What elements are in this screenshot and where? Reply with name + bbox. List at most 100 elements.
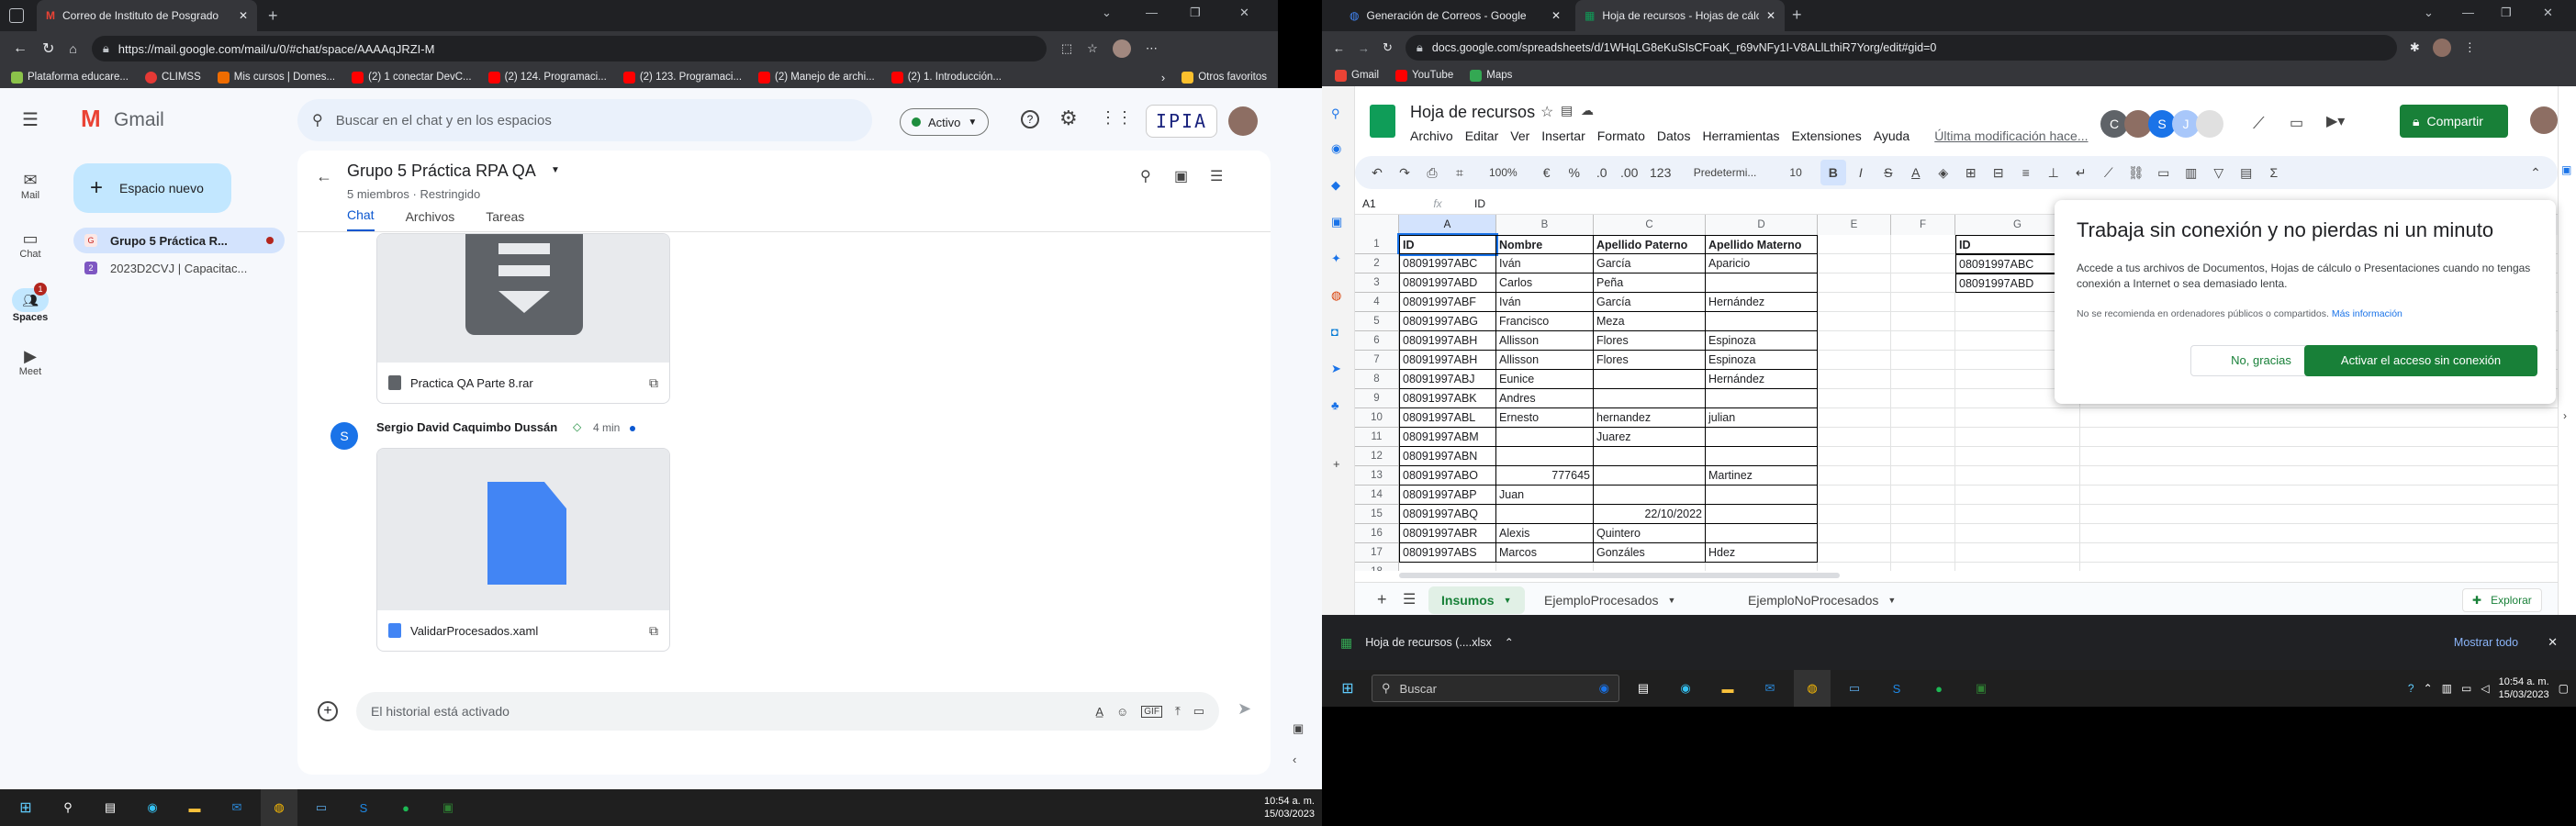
font-size-select[interactable]: 10 bbox=[1773, 166, 1818, 179]
grid-cell[interactable] bbox=[2080, 408, 2576, 428]
grid-cell[interactable] bbox=[1818, 447, 1891, 466]
task-view-icon[interactable]: ▤ bbox=[1625, 670, 1662, 707]
column-header[interactable]: A bbox=[1399, 215, 1496, 235]
grid-cell[interactable]: Marcos bbox=[1496, 543, 1594, 563]
window-menu-icon[interactable] bbox=[9, 8, 24, 23]
row-header[interactable]: 3 bbox=[1355, 273, 1399, 293]
link-icon[interactable]: ⛓ bbox=[2123, 160, 2149, 185]
remote-desktop-icon[interactable]: ▭ bbox=[303, 789, 340, 826]
row-header[interactable]: 8 bbox=[1355, 370, 1399, 389]
dropdown-icon[interactable]: ▼ bbox=[1887, 596, 1896, 605]
sender-avatar[interactable]: S bbox=[330, 422, 358, 450]
tab-hoja-recursos[interactable]: ▦ Hoja de recursos - Hojas de cálc ✕ bbox=[1575, 0, 1785, 31]
scrollbar-thumb[interactable] bbox=[1399, 573, 1840, 578]
emoji-icon[interactable]: ☺ bbox=[1116, 705, 1128, 719]
mail-app-icon[interactable]: ✉ bbox=[218, 789, 255, 826]
percent-format[interactable]: % bbox=[1562, 160, 1587, 185]
menu-herramientas[interactable]: Herramientas bbox=[1702, 128, 1779, 143]
grid-cell[interactable]: Quintero bbox=[1594, 524, 1706, 543]
more-menu-icon[interactable]: ⋮ bbox=[2464, 40, 2476, 55]
grid-cell[interactable]: ID bbox=[1397, 233, 1498, 256]
grid-cell[interactable] bbox=[1818, 331, 1891, 351]
grid-cell[interactable] bbox=[1955, 466, 2080, 486]
spotify-icon[interactable]: ● bbox=[1921, 670, 1957, 707]
grid-cell[interactable] bbox=[1955, 428, 2080, 447]
start-windows-icon[interactable]: ⊞ bbox=[7, 789, 44, 826]
grid-cell[interactable] bbox=[1818, 235, 1891, 254]
grid-cell[interactable] bbox=[2080, 428, 2576, 447]
grid-cell[interactable] bbox=[1891, 293, 1955, 312]
share-button[interactable]: 🔒︎ Compartir bbox=[2400, 105, 2508, 138]
increase-decimals[interactable]: .00 bbox=[1617, 160, 1642, 185]
grid-cell[interactable] bbox=[1818, 389, 1891, 408]
grid-cell[interactable] bbox=[1399, 563, 1496, 571]
upload-icon[interactable]: ⤒ bbox=[1175, 704, 1181, 719]
row-header[interactable]: 9 bbox=[1355, 389, 1399, 408]
chevron-up-tray-icon[interactable]: ⌃ bbox=[2424, 682, 2433, 695]
merge-cells-icon[interactable]: ⊟ bbox=[1986, 160, 2011, 185]
bookmark-item[interactable]: (2) Manejo de archi... bbox=[758, 71, 875, 84]
close-download-bar-icon[interactable]: ✕ bbox=[2548, 635, 2558, 650]
grid-cell[interactable] bbox=[1594, 389, 1706, 408]
grid-cell[interactable] bbox=[1891, 370, 1955, 389]
rotate-icon[interactable]: ⟋ bbox=[2096, 160, 2122, 185]
video-call-icon[interactable]: ▭ bbox=[1193, 704, 1204, 719]
print-icon[interactable]: ⎙ bbox=[1419, 160, 1445, 185]
doc-title[interactable]: Hoja de recursos bbox=[1410, 103, 1535, 122]
account-badge[interactable]: IPIA bbox=[1146, 105, 1217, 138]
grid-cell[interactable]: 08091997ABL bbox=[1399, 408, 1496, 428]
rail-spaces[interactable]: 👥︎ 1 Spaces bbox=[0, 283, 61, 323]
grid-cell[interactable]: 08091997ABS bbox=[1399, 543, 1496, 563]
grid-cell[interactable] bbox=[1706, 505, 1818, 524]
row-header[interactable]: 17 bbox=[1355, 543, 1399, 563]
grid-cell[interactable]: Hdez bbox=[1706, 543, 1818, 563]
close-window-icon[interactable]: ✕ bbox=[2543, 6, 2553, 20]
rail-meet[interactable]: ▶ Meet bbox=[0, 347, 61, 377]
open-external-icon[interactable]: ⧉ bbox=[649, 623, 658, 639]
row-header[interactable]: 7 bbox=[1355, 351, 1399, 370]
functions-icon[interactable]: Σ bbox=[2261, 160, 2287, 185]
grid-cell[interactable]: Eunice bbox=[1496, 370, 1594, 389]
grid-cell[interactable] bbox=[1818, 254, 1891, 273]
filter-views-icon[interactable]: ▤ bbox=[2234, 160, 2259, 185]
grid-cell[interactable] bbox=[1706, 486, 1818, 505]
new-tab-icon[interactable]: + bbox=[1792, 6, 1802, 25]
file-explorer-icon[interactable]: ▬ bbox=[1709, 670, 1746, 707]
favorites-icon[interactable]: ☆ bbox=[1087, 41, 1098, 56]
grid-cell[interactable]: Juan bbox=[1496, 486, 1594, 505]
calendar-side-icon[interactable]: ▣ bbox=[1293, 721, 1304, 736]
profile-avatar[interactable] bbox=[1112, 39, 1131, 58]
user-avatar[interactable] bbox=[1228, 106, 1258, 136]
chevron-up-icon[interactable]: ⌃ bbox=[1505, 636, 1514, 649]
grid-cell[interactable] bbox=[1594, 563, 1706, 571]
space-item-2023[interactable]: 2 2023D2CVJ | Capacitac... bbox=[73, 255, 285, 281]
comments-icon[interactable]: ▭ bbox=[2290, 114, 2303, 132]
tab-files[interactable]: Archivos bbox=[406, 209, 455, 231]
menu-extensiones[interactable]: Extensiones bbox=[1791, 128, 1861, 143]
grid-cell[interactable]: 08091997ABF bbox=[1399, 293, 1496, 312]
activity-trend-icon[interactable]: ⟋ bbox=[2253, 114, 2265, 133]
grid-cell[interactable]: Ernesto bbox=[1496, 408, 1594, 428]
grid-cell[interactable] bbox=[2080, 466, 2576, 486]
grid-cell[interactable]: Flores bbox=[1594, 351, 1706, 370]
horizontal-scrollbar[interactable] bbox=[1399, 573, 2519, 580]
filter-icon[interactable]: ▽ bbox=[2206, 160, 2232, 185]
font-select[interactable]: Predetermi... bbox=[1679, 166, 1772, 179]
grid-cell[interactable] bbox=[1891, 312, 1955, 331]
grid-cell[interactable]: Alexis bbox=[1496, 524, 1594, 543]
grid-cell[interactable]: 08091997ABH bbox=[1399, 351, 1496, 370]
maximize-icon[interactable]: ❐ bbox=[2501, 6, 2512, 20]
games-side-icon[interactable]: ✦ bbox=[1331, 251, 1341, 266]
task-view-icon[interactable]: ▤ bbox=[92, 789, 129, 826]
menu-editar[interactable]: Editar bbox=[1465, 128, 1499, 143]
back-icon[interactable]: ← bbox=[13, 40, 28, 57]
zoom-select[interactable]: 100% bbox=[1474, 166, 1532, 179]
move-folder-icon[interactable]: ▤ bbox=[1561, 103, 1573, 118]
grid-cell[interactable]: 08091997ABN bbox=[1399, 447, 1496, 466]
grid-cell[interactable] bbox=[1706, 428, 1818, 447]
grid-cell[interactable] bbox=[1496, 447, 1594, 466]
grid-cell[interactable]: García bbox=[1594, 254, 1706, 273]
bookmark-gmail[interactable]: Gmail bbox=[1335, 69, 1379, 82]
forward-icon[interactable]: → bbox=[1358, 41, 1370, 55]
grid-cell[interactable]: 08091997ABQ bbox=[1399, 505, 1496, 524]
